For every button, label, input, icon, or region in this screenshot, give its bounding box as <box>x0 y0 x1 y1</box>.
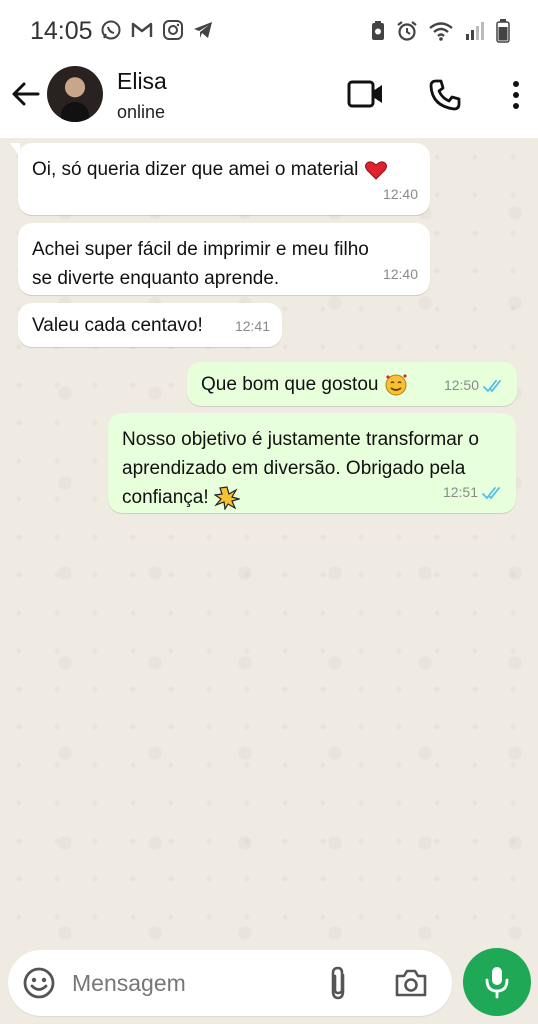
red-heart-emoji <box>364 161 387 180</box>
message-incoming[interactable]: Valeu cada centavo! 12:41 <box>18 303 282 347</box>
whatsapp-icon <box>101 20 121 40</box>
message-text: Achei super fácil de imprimir e meu filh… <box>32 239 369 289</box>
chat-header: Elisa online <box>0 62 538 138</box>
battery-icon <box>496 19 510 43</box>
message-time: 12:50 <box>443 377 479 393</box>
message-text: Nosso objetivo é justamente transformar … <box>122 429 479 508</box>
sparkle-burst-emoji <box>213 486 240 510</box>
gmail-icon <box>131 22 153 37</box>
camera-icon[interactable] <box>394 968 428 998</box>
attach-icon[interactable] <box>326 965 350 1001</box>
message-incoming[interactable]: Achei super fácil de imprimir e meu filh… <box>18 223 430 295</box>
signal-icon <box>466 22 484 40</box>
message-input[interactable]: Mensagem <box>72 970 186 997</box>
message-time: 12:51 <box>442 484 478 500</box>
avatar[interactable] <box>47 66 103 122</box>
message-meta: 12:50 <box>444 371 505 400</box>
smiling-face-with-hearts-emoji <box>385 373 407 396</box>
status-bar: 14:05 <box>0 0 538 62</box>
video-call-icon[interactable] <box>347 78 385 110</box>
read-receipt-icon <box>482 486 500 499</box>
contact-name[interactable]: Elisa <box>117 68 167 95</box>
emoji-icon[interactable] <box>22 966 56 1000</box>
battery-saver-icon <box>372 21 384 40</box>
mic-icon <box>485 967 509 999</box>
wifi-icon <box>429 22 453 41</box>
message-list[interactable]: Oi, só queria dizer que amei o material … <box>0 138 538 944</box>
message-time: 12:41 <box>234 318 270 334</box>
message-text: Oi, só queria dizer que amei o material <box>32 159 359 180</box>
message-composer[interactable]: Mensagem <box>8 950 452 1016</box>
message-time: 12:40 <box>382 266 418 282</box>
message-outgoing[interactable]: Que bom que gostou 12:50 <box>187 362 517 406</box>
instagram-icon <box>163 20 183 40</box>
message-meta: 12:51 <box>443 478 504 507</box>
message-incoming[interactable]: Oi, só queria dizer que amei o material … <box>10 143 430 215</box>
telegram-icon <box>194 22 212 38</box>
alarm-icon <box>397 21 417 41</box>
more-vert-icon[interactable] <box>508 78 524 112</box>
message-time: 12:40 <box>382 186 418 202</box>
read-receipt-icon <box>483 379 501 392</box>
status-time: 14:05 <box>30 17 93 45</box>
contact-status: online <box>117 102 166 122</box>
message-text: Valeu cada centavo! <box>32 315 203 336</box>
back-arrow-icon[interactable] <box>10 78 42 110</box>
mic-button[interactable] <box>463 948 531 1016</box>
message-outgoing[interactable]: Nosso objetivo é justamente transformar … <box>108 413 516 513</box>
message-text: Que bom que gostou <box>201 374 379 395</box>
phone-icon[interactable] <box>428 78 462 112</box>
